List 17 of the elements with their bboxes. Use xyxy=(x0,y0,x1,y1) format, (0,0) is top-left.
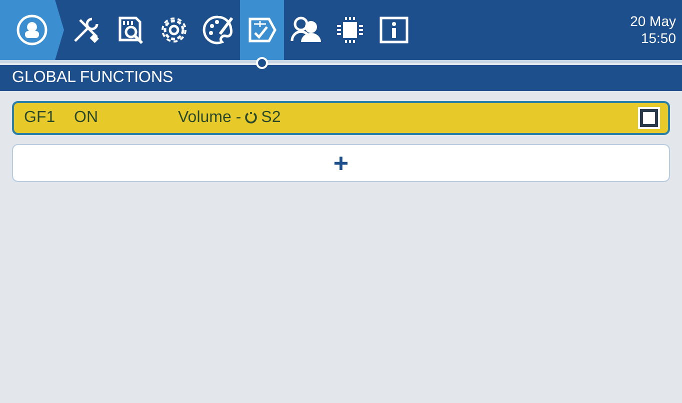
checkbox[interactable] xyxy=(640,109,658,127)
function-action: Volume - xyxy=(178,109,242,127)
switch-name: S2 xyxy=(261,109,281,127)
home-tab[interactable] xyxy=(0,0,64,60)
palette-icon xyxy=(202,14,234,46)
switch-icon xyxy=(244,111,258,125)
time: 15:50 xyxy=(640,30,676,47)
function-row[interactable]: GF1 ON Volume - S2 xyxy=(12,101,670,135)
info-icon xyxy=(378,14,410,46)
page-title: GLOBAL FUNCTIONS xyxy=(0,65,682,91)
function-state: ON xyxy=(74,109,99,127)
add-button[interactable]: + xyxy=(12,144,670,182)
function-id: GF1 xyxy=(24,109,56,127)
chip-icon xyxy=(334,14,366,46)
date: 20 May xyxy=(630,13,676,30)
home-icon xyxy=(16,14,48,46)
checklist-tab[interactable] xyxy=(240,0,284,60)
